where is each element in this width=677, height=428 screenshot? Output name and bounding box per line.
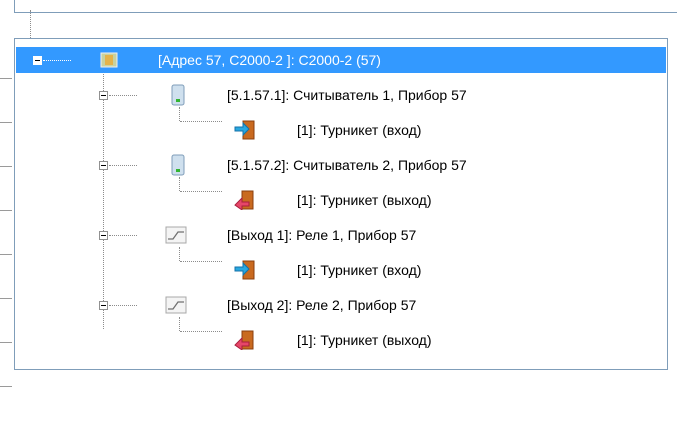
tree-node-label: [Выход 2]: Реле 2, Прибор 57	[227, 297, 417, 313]
device-icon	[100, 52, 118, 68]
row-separator	[0, 210, 12, 211]
reader-icon	[171, 154, 185, 176]
collapse-toggle[interactable]	[33, 56, 42, 65]
tree-node-turnstile[interactable]: [1]: Турникет (выход)	[15, 187, 667, 213]
reader-icon	[171, 84, 185, 106]
collapse-toggle[interactable]	[99, 301, 108, 310]
tree-node-root[interactable]: [Адрес 57, С2000-2 ]: С2000-2 (57)	[16, 47, 666, 73]
tree-node-relay-1[interactable]: [Выход 1]: Реле 1, Прибор 57	[15, 222, 667, 248]
collapse-toggle[interactable]	[99, 161, 108, 170]
tree-node-reader-2[interactable]: [5.1.57.2]: Считыватель 2, Прибор 57	[15, 152, 667, 178]
row-separator	[0, 342, 12, 343]
tree-line	[30, 10, 31, 40]
collapse-toggle[interactable]	[99, 91, 108, 100]
tree-node-label: [Адрес 57, С2000-2 ]: С2000-2 (57)	[158, 52, 381, 68]
left-row-strip	[0, 0, 14, 428]
collapse-toggle[interactable]	[99, 231, 108, 240]
relay-icon	[165, 296, 187, 314]
upper-panel	[14, 0, 677, 13]
tree-node-relay-2[interactable]: [Выход 2]: Реле 2, Прибор 57	[15, 292, 667, 318]
tree-node-label: [5.1.57.2]: Считыватель 2, Прибор 57	[227, 157, 467, 173]
relay-icon	[165, 226, 187, 244]
row-separator	[0, 298, 12, 299]
tree-node-turnstile[interactable]: [1]: Турникет (вход)	[15, 257, 667, 283]
row-separator	[0, 78, 12, 79]
tree-node-label: [1]: Турникет (вход)	[297, 262, 422, 278]
entry-door-icon	[234, 260, 255, 280]
row-separator	[0, 254, 12, 255]
exit-door-icon	[234, 190, 254, 210]
entry-door-icon	[234, 120, 255, 140]
tree-node-label: [1]: Турникет (выход)	[297, 332, 432, 348]
tree-node-turnstile[interactable]: [1]: Турникет (выход)	[15, 327, 667, 353]
tree-node-label: [Выход 1]: Реле 1, Прибор 57	[227, 227, 417, 243]
tree-node-label: [1]: Турникет (вход)	[297, 122, 422, 138]
row-separator	[0, 386, 12, 387]
device-tree[interactable]: [Адрес 57, С2000-2 ]: С2000-2 (57) [5.1.…	[14, 38, 668, 370]
tree-node-reader-1[interactable]: [5.1.57.1]: Считыватель 1, Прибор 57	[15, 82, 667, 108]
exit-door-icon	[234, 330, 254, 350]
tree-node-label: [1]: Турникет (выход)	[297, 192, 432, 208]
tree-line	[43, 60, 71, 61]
tree-node-turnstile[interactable]: [1]: Турникет (вход)	[15, 117, 667, 143]
row-separator	[0, 122, 12, 123]
row-separator	[0, 166, 12, 167]
tree-node-label: [5.1.57.1]: Считыватель 1, Прибор 57	[227, 87, 467, 103]
